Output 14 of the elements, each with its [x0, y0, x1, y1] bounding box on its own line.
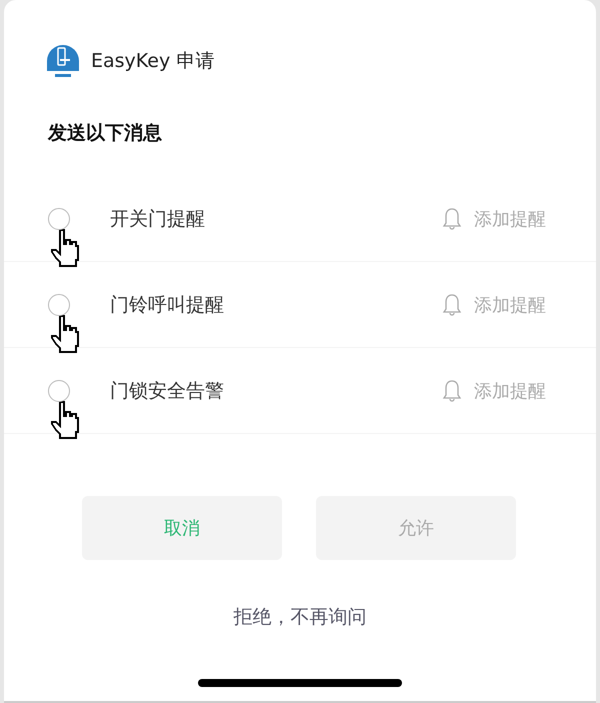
lock-app-icon [47, 45, 79, 77]
refuse-link[interactable]: 拒绝，不再询问 [234, 604, 366, 630]
add-reminder-button[interactable]: 添加提醒 [442, 378, 546, 402]
add-reminder-button[interactable]: 添加提醒 [442, 206, 546, 230]
app-name: EasyKey 申请 [91, 49, 214, 74]
option-label: 开关门提醒 [110, 206, 206, 232]
add-reminder-button[interactable]: 添加提醒 [442, 292, 546, 316]
cancel-button[interactable]: 取消 [82, 496, 282, 560]
option-label: 门铃呼叫提醒 [110, 292, 225, 318]
bell-icon [442, 206, 462, 230]
bell-icon [442, 292, 462, 316]
bell-icon [442, 378, 462, 402]
option-label: 门锁安全告警 [110, 378, 225, 404]
section-heading: 发送以下消息 [46, 121, 163, 146]
